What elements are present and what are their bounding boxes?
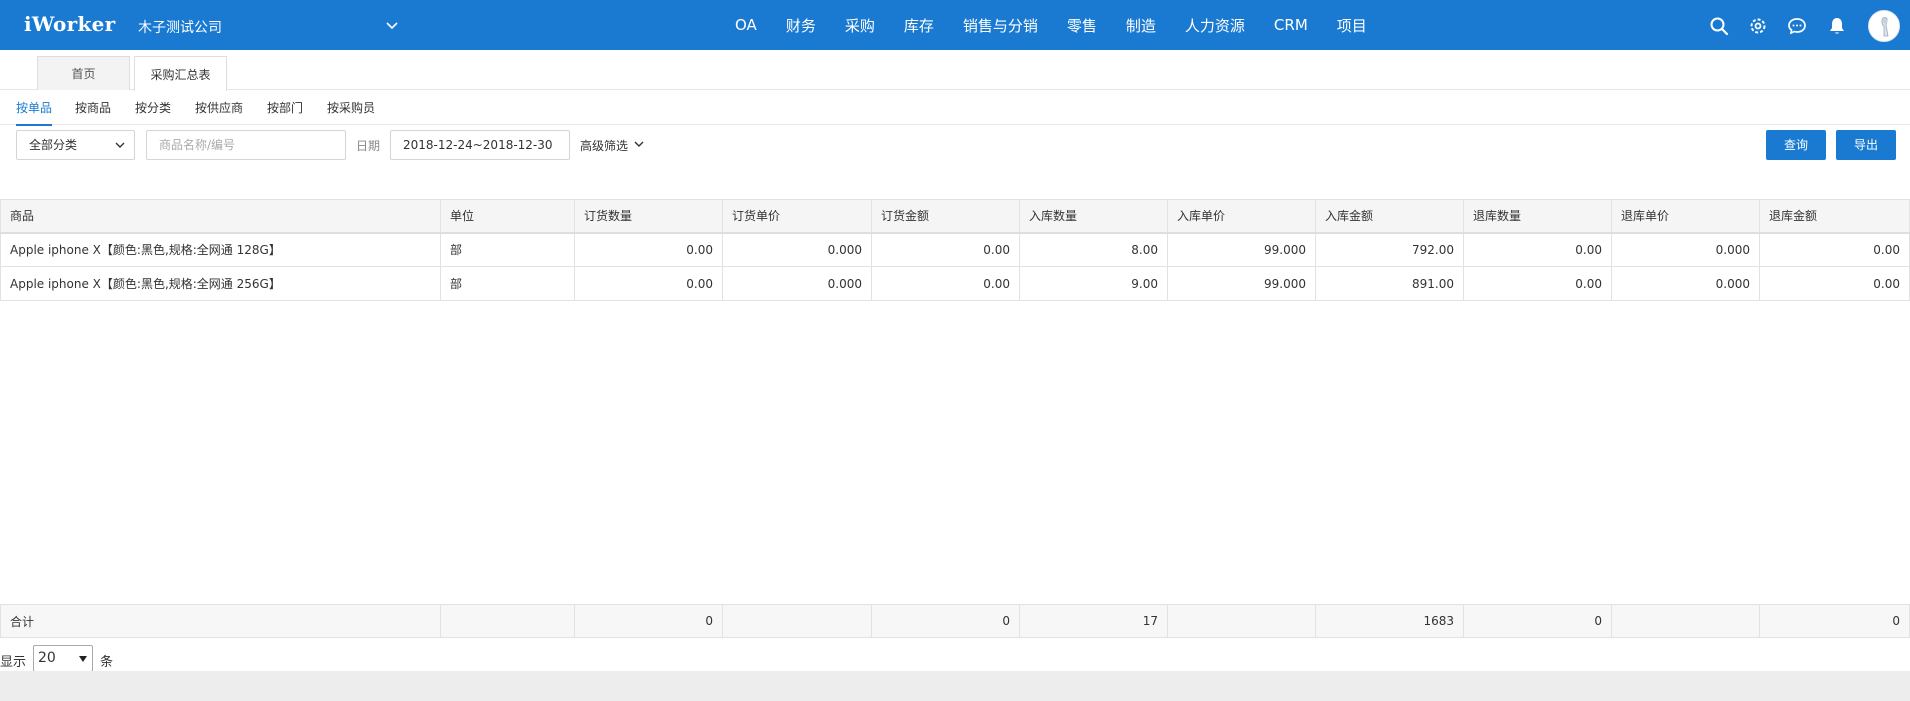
nav-item-manufacturing[interactable]: 制造 bbox=[1126, 15, 1156, 36]
nav-item-oa[interactable]: OA bbox=[735, 16, 757, 34]
tab-by-product[interactable]: 按商品 bbox=[75, 99, 111, 116]
avatar[interactable] bbox=[1868, 10, 1900, 42]
page-size-select[interactable]: 20 bbox=[33, 645, 93, 672]
user-avatar-icon bbox=[1881, 17, 1889, 37]
table-row[interactable]: Apple iphone X【颜色:黑色,规格:全网通 128G】 部 0.00… bbox=[0, 232, 1910, 267]
total-cell bbox=[722, 604, 872, 638]
total-cell: 0 bbox=[574, 604, 723, 638]
table-cell: 0.00 bbox=[1463, 266, 1612, 301]
column-header[interactable]: 退库金额 bbox=[1759, 199, 1910, 234]
filter-bar: 全部分类 日期 2018-12-24~2018-12-30 高级筛选 查询 导出 bbox=[0, 125, 1910, 175]
column-header[interactable]: 订货数量 bbox=[574, 199, 723, 234]
advanced-filter-toggle[interactable]: 高级筛选 bbox=[580, 137, 644, 154]
purchase-summary-table: 商品 单位 订货数量 订货单价 订货金额 入库数量 入库单价 入库金额 退库数量… bbox=[0, 199, 1910, 301]
nav-item-finance[interactable]: 财务 bbox=[786, 15, 816, 36]
total-cell: 17 bbox=[1019, 604, 1168, 638]
company-name[interactable]: 木子测试公司 bbox=[138, 17, 222, 37]
search-icon[interactable] bbox=[1709, 16, 1729, 36]
column-header[interactable]: 订货单价 bbox=[722, 199, 872, 234]
table-cell: 9.00 bbox=[1019, 266, 1168, 301]
nav-item-crm[interactable]: CRM bbox=[1274, 16, 1308, 34]
nav-item-sales[interactable]: 销售与分销 bbox=[963, 15, 1038, 36]
table-cell: 0.00 bbox=[574, 266, 723, 301]
bell-icon[interactable] bbox=[1827, 16, 1847, 36]
table-cell: 0.000 bbox=[1611, 266, 1760, 301]
nav-item-inventory[interactable]: 库存 bbox=[904, 15, 934, 36]
nav-item-purchase[interactable]: 采购 bbox=[845, 15, 875, 36]
table-cell: 891.00 bbox=[1315, 266, 1464, 301]
chat-icon[interactable] bbox=[1787, 16, 1807, 36]
total-cell bbox=[440, 604, 575, 638]
date-label: 日期 bbox=[356, 139, 381, 153]
nav-item-retail[interactable]: 零售 bbox=[1067, 15, 1097, 36]
query-button[interactable]: 查询 bbox=[1766, 130, 1826, 160]
date-range-input[interactable]: 2018-12-24~2018-12-30 bbox=[390, 130, 570, 160]
gear-icon[interactable] bbox=[1748, 16, 1768, 36]
product-search-input[interactable] bbox=[146, 130, 346, 160]
column-header[interactable]: 退库单价 bbox=[1611, 199, 1760, 234]
column-header[interactable]: 入库单价 bbox=[1167, 199, 1316, 234]
category-select[interactable]: 全部分类 bbox=[16, 130, 135, 160]
total-cell: 0 bbox=[871, 604, 1020, 638]
tab-by-supplier[interactable]: 按供应商 bbox=[195, 99, 243, 116]
table-cell: 0.00 bbox=[871, 232, 1020, 267]
tab-home[interactable]: 首页 bbox=[37, 56, 130, 90]
column-header[interactable]: 入库金额 bbox=[1315, 199, 1464, 234]
tab-by-buyer[interactable]: 按采购员 bbox=[327, 99, 375, 116]
export-button[interactable]: 导出 bbox=[1836, 130, 1896, 160]
column-header[interactable]: 商品 bbox=[0, 199, 441, 234]
caret-down-icon bbox=[79, 656, 87, 662]
table-row[interactable]: Apple iphone X【颜色:黑色,规格:全网通 256G】 部 0.00… bbox=[0, 266, 1910, 301]
tab-by-department[interactable]: 按部门 bbox=[267, 99, 303, 116]
top-navbar: iWorker 木子测试公司 OA 财务 采购 库存 销售与分销 零售 制造 人… bbox=[0, 0, 1910, 50]
table-cell: 0.000 bbox=[722, 266, 872, 301]
table-cell: 99.000 bbox=[1167, 232, 1316, 267]
table-cell: 部 bbox=[440, 232, 575, 267]
total-cell bbox=[1167, 604, 1316, 638]
table-cell: 99.000 bbox=[1167, 266, 1316, 301]
app-logo[interactable]: iWorker bbox=[24, 12, 116, 36]
total-cell: 0 bbox=[1463, 604, 1612, 638]
table-cell: 0.00 bbox=[871, 266, 1020, 301]
table-cell: 0.00 bbox=[1759, 232, 1910, 267]
chevron-down-icon[interactable] bbox=[384, 17, 400, 33]
tab-by-sku[interactable]: 按单品 bbox=[16, 99, 53, 126]
table-total-row: 合计 0 0 17 1683 0 0 bbox=[0, 604, 1910, 638]
column-header[interactable]: 单位 bbox=[440, 199, 575, 234]
table-header-row: 商品 单位 订货数量 订货单价 订货金额 入库数量 入库单价 入库金额 退库数量… bbox=[0, 199, 1910, 234]
show-label: 显示 bbox=[0, 655, 27, 670]
advanced-filter-label: 高级筛选 bbox=[580, 139, 629, 153]
total-cell: 1683 bbox=[1315, 604, 1464, 638]
table-cell: 8.00 bbox=[1019, 232, 1168, 267]
table-cell: 0.000 bbox=[1611, 232, 1760, 267]
table-cell: 0.000 bbox=[722, 232, 872, 267]
column-header[interactable]: 订货金额 bbox=[871, 199, 1020, 234]
main-nav: OA 财务 采购 库存 销售与分销 零售 制造 人力资源 CRM 项目 bbox=[735, 0, 1396, 50]
nav-item-project[interactable]: 项目 bbox=[1337, 15, 1367, 36]
table-cell: Apple iphone X【颜色:黑色,规格:全网通 128G】 bbox=[0, 232, 441, 267]
total-cell bbox=[1611, 604, 1760, 638]
table-cell: 0.00 bbox=[1463, 232, 1612, 267]
total-cell: 0 bbox=[1759, 604, 1910, 638]
total-label: 合计 bbox=[0, 604, 441, 638]
table-cell: 0.00 bbox=[574, 232, 723, 267]
column-header[interactable]: 入库数量 bbox=[1019, 199, 1168, 234]
report-dimension-tabs: 按单品 按商品 按分类 按供应商 按部门 按采购员 bbox=[0, 90, 1910, 126]
rows-unit-label: 条 bbox=[100, 655, 114, 670]
tab-by-category[interactable]: 按分类 bbox=[135, 99, 171, 116]
page-tab-bar: 首页 采购汇总表 bbox=[0, 50, 1910, 91]
chevron-down-icon bbox=[115, 142, 125, 148]
table-cell: 0.00 bbox=[1759, 266, 1910, 301]
column-header[interactable]: 退库数量 bbox=[1463, 199, 1612, 234]
table-cell: Apple iphone X【颜色:黑色,规格:全网通 256G】 bbox=[0, 266, 441, 301]
chevron-down-icon bbox=[634, 141, 644, 147]
table-cell: 792.00 bbox=[1315, 232, 1464, 267]
table-cell: 部 bbox=[440, 266, 575, 301]
tab-purchase-summary[interactable]: 采购汇总表 bbox=[134, 56, 227, 91]
page-size-value: 20 bbox=[38, 650, 56, 666]
nav-item-hr[interactable]: 人力资源 bbox=[1185, 15, 1245, 36]
footer-strip bbox=[0, 671, 1910, 701]
category-select-value: 全部分类 bbox=[29, 138, 78, 152]
